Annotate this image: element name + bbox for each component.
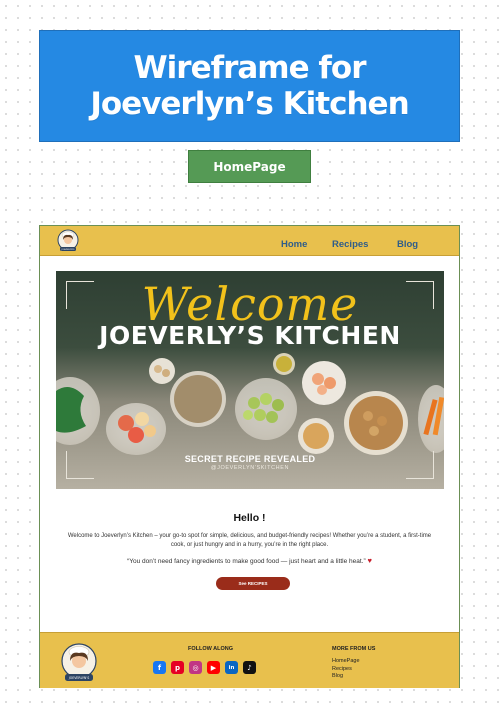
nav-logo-text: JOEVERLYN'S: [61, 249, 76, 251]
intro-paragraph: Welcome to Joeverlyn’s Kitchen – your go…: [67, 533, 432, 548]
facebook-icon[interactable]: f: [153, 661, 166, 674]
nuts-bowl-icon: [149, 358, 175, 384]
footer-link-homepage[interactable]: HomePage: [332, 658, 360, 665]
social-links: f p ◎ ▶ in ♪: [153, 661, 256, 674]
wireframe-title-banner: Wireframe for Joeverlyn’s Kitchen: [39, 30, 460, 142]
site-footer: JOEVERLYN'S FOLLOW ALONG f p ◎ ▶ in ♪ MO…: [40, 632, 459, 688]
footer-logo-text: JOEVERLYN'S: [68, 676, 89, 680]
intro-quote: “You don’t need fancy ingredients to mak…: [40, 556, 459, 565]
footer-link-recipes[interactable]: Recipes: [332, 666, 360, 673]
linkedin-icon[interactable]: in: [225, 661, 238, 674]
tiktok-icon[interactable]: ♪: [243, 661, 256, 674]
footer-link-blog[interactable]: Blog: [332, 673, 360, 680]
intro-greeting: Hello !: [233, 512, 266, 524]
footer-chef-logo-icon[interactable]: JOEVERLYN'S: [60, 642, 98, 684]
grapes-bowl-icon: [235, 378, 297, 440]
top-navbar: JOEVERLYN'S Home Recipes Blog: [40, 226, 459, 256]
nav-link-recipes[interactable]: Recipes: [332, 239, 368, 250]
hero-brand-title: JOEVERLY’S KITCHEN: [99, 321, 401, 350]
more-from-us-heading: MORE FROM US: [332, 646, 376, 652]
chef-logo-icon[interactable]: JOEVERLYN'S: [57, 229, 79, 253]
follow-along-heading: FOLLOW ALONG: [188, 646, 234, 652]
hero-social-handle: @JOEVERLYN'SKITCHEN: [210, 465, 290, 471]
nav-link-home[interactable]: Home: [281, 239, 307, 250]
youtube-icon[interactable]: ▶: [207, 661, 220, 674]
hero-tagline: SECRET RECIPE REVEALED: [184, 454, 316, 464]
instagram-icon[interactable]: ◎: [189, 661, 202, 674]
quote-text: “You don’t need fancy ingredients to mak…: [127, 558, 366, 565]
see-recipes-button[interactable]: See RECIPES: [216, 577, 290, 590]
nav-link-blog[interactable]: Blog: [397, 239, 418, 250]
pinterest-icon[interactable]: p: [171, 661, 184, 674]
page-name-tag: HomePage: [188, 150, 311, 183]
homepage-wireframe: JOEVERLYN'S Home Recipes Blog Welcome JO…: [39, 225, 460, 688]
footer-links: HomePage Recipes Blog: [332, 658, 360, 680]
wireframe-title-line-2: Joeverlyn’s Kitchen: [90, 86, 409, 122]
heart-icon: ♥: [367, 556, 372, 565]
hero-banner: Welcome JOEVERLY’S KITCHEN SECRET RECIPE…: [56, 271, 444, 489]
wireframe-title-line-1: Wireframe for: [133, 50, 366, 86]
